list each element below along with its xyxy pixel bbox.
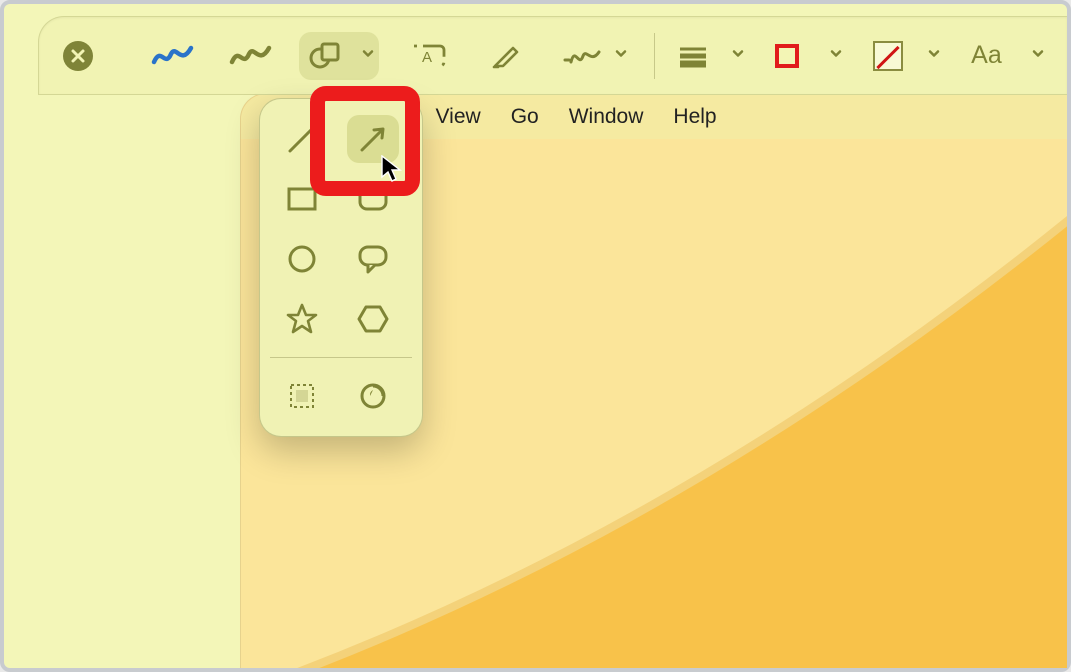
- shapes-grid: [270, 113, 412, 345]
- shape-oval[interactable]: [276, 235, 328, 283]
- fill-none-icon: [873, 41, 903, 71]
- popover-separator: [270, 357, 412, 358]
- shape-hexagon[interactable]: [347, 295, 399, 343]
- chevron-down-icon: [614, 46, 628, 65]
- fill-color-tool[interactable]: [865, 32, 945, 80]
- shapes-popover: [259, 98, 423, 437]
- menu-window[interactable]: Window: [569, 105, 644, 129]
- menu-view[interactable]: View: [436, 105, 481, 129]
- smooth-pen-tool[interactable]: [221, 32, 281, 80]
- chevron-down-icon: [1031, 46, 1045, 65]
- chevron-down-icon: [927, 46, 941, 65]
- freeform-pen-tool[interactable]: [143, 32, 203, 80]
- shapes-footer-grid: [270, 370, 412, 422]
- stroke-color-swatch-icon: [775, 44, 799, 68]
- menu-help[interactable]: Help: [673, 105, 716, 129]
- svg-text:A: A: [422, 49, 432, 66]
- chevron-down-icon: [829, 46, 843, 65]
- signature-tool[interactable]: [553, 32, 633, 80]
- shape-loupe[interactable]: [347, 372, 399, 420]
- shape-rectangle[interactable]: [276, 175, 328, 223]
- root-frame: le Edit View Go Window Help: [0, 0, 1071, 672]
- chevron-down-icon: [731, 46, 745, 65]
- close-button[interactable]: [63, 41, 93, 71]
- chevron-down-icon: [361, 46, 375, 65]
- menu-go[interactable]: Go: [511, 105, 539, 129]
- textbox-tool[interactable]: A: [397, 32, 457, 80]
- toolbar-separator: [654, 33, 655, 79]
- shape-rounded-rectangle[interactable]: [347, 175, 399, 223]
- markup-toolbar-window: A: [38, 16, 1067, 95]
- shape-star[interactable]: [276, 295, 328, 343]
- shapes-tool[interactable]: [299, 32, 379, 80]
- shape-line[interactable]: [276, 115, 328, 163]
- shape-arrow[interactable]: [347, 115, 399, 163]
- line-weight-tool[interactable]: [669, 32, 749, 80]
- font-style-tool[interactable]: Aa: [963, 32, 1049, 80]
- stroke-color-tool[interactable]: [767, 32, 847, 80]
- shape-speech-bubble[interactable]: [347, 235, 399, 283]
- highlighter-tool[interactable]: [475, 32, 535, 80]
- shape-mask[interactable]: [276, 372, 328, 420]
- font-style-label: Aa: [971, 41, 1002, 70]
- markup-toolbar: A: [39, 17, 1067, 94]
